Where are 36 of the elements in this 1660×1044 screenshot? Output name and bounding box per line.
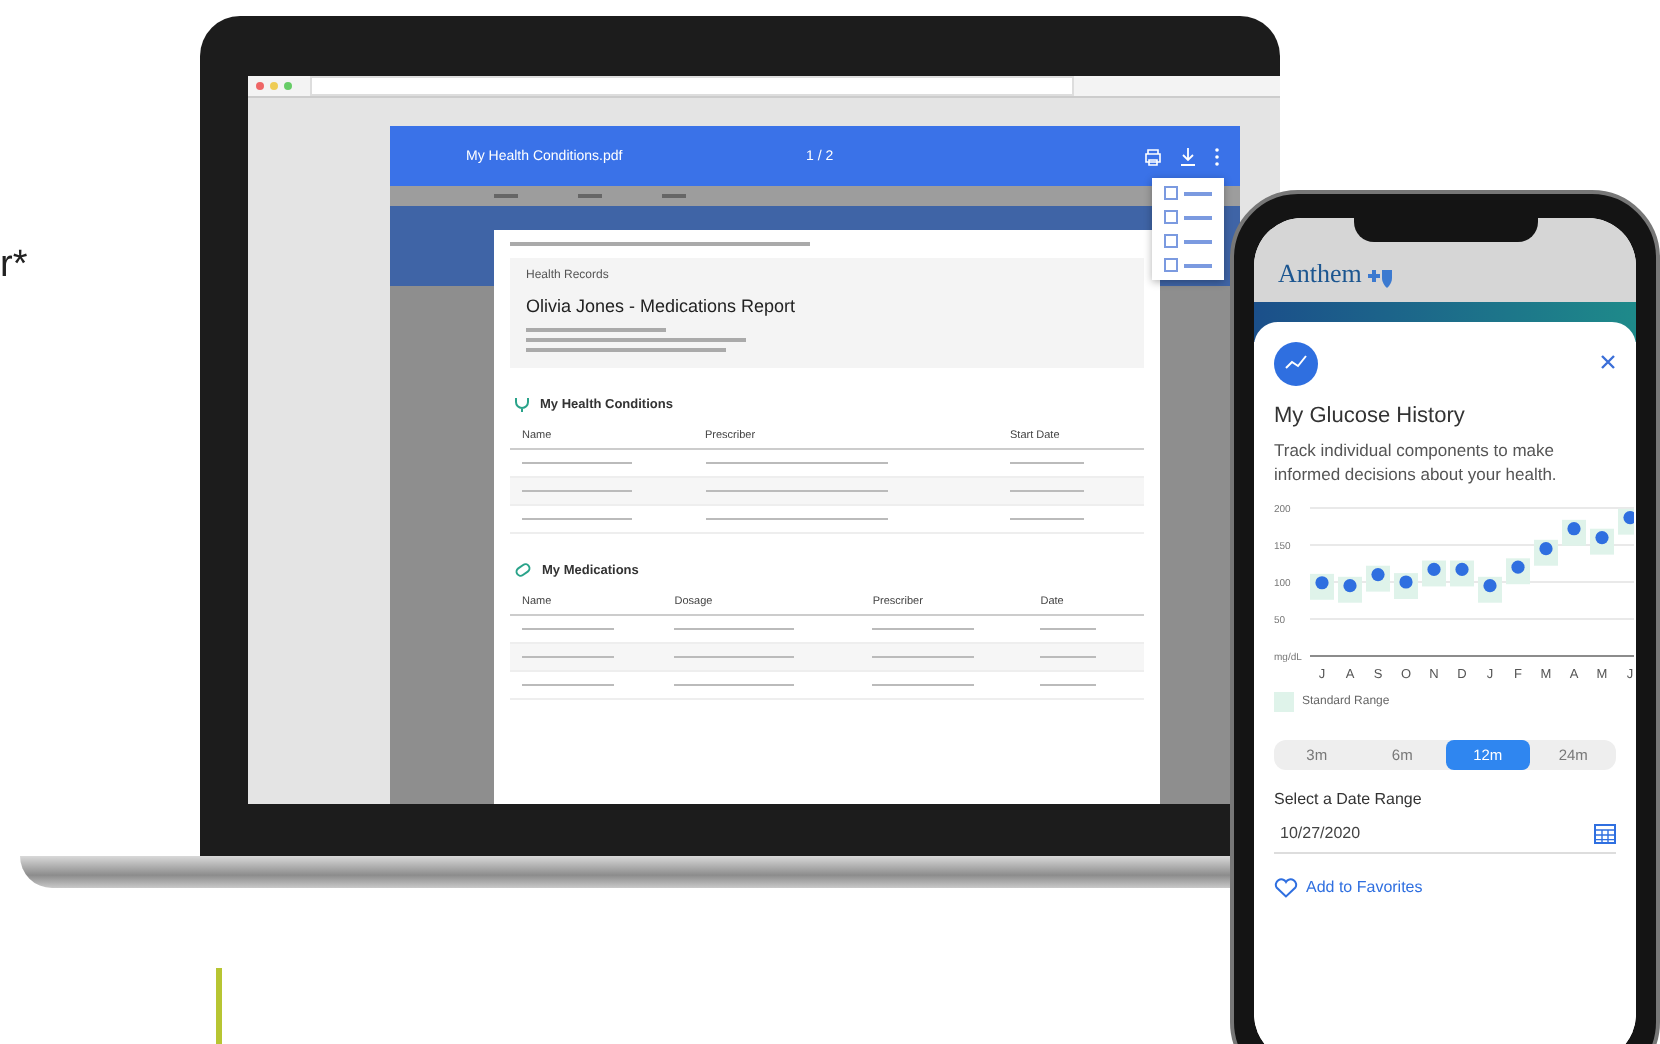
data-point <box>1623 510 1634 524</box>
calendar-icon[interactable] <box>1594 823 1616 844</box>
data-point <box>1539 541 1553 555</box>
data-point <box>1315 575 1329 589</box>
menu-item[interactable] <box>1164 234 1212 248</box>
menu-item[interactable] <box>1164 210 1212 224</box>
data-point <box>1511 560 1525 574</box>
data-point <box>1455 562 1469 576</box>
date-field[interactable]: 10/27/2020 <box>1274 811 1616 854</box>
data-point <box>1427 562 1441 576</box>
data-point <box>1399 574 1413 589</box>
data-point <box>1595 530 1609 544</box>
close-icon[interactable] <box>1600 354 1616 370</box>
chart-badge-icon <box>1274 342 1318 386</box>
data-point <box>1343 578 1357 592</box>
data-point <box>1567 521 1581 535</box>
brand-logo: Anthem <box>1278 258 1362 290</box>
date-range-label: Select a Date Range <box>1274 789 1424 808</box>
heart-icon <box>1274 877 1298 898</box>
legend-swatch <box>1274 691 1294 712</box>
pill-icon <box>514 562 532 578</box>
cropped-heading-text: r* <box>0 244 28 288</box>
download-icon[interactable] <box>1180 147 1196 165</box>
menu-item[interactable] <box>1164 258 1212 272</box>
accent-line <box>216 968 222 1044</box>
more-menu-icon[interactable] <box>1214 147 1220 165</box>
report-title: Olivia Jones - Medications Report <box>526 296 798 316</box>
data-point <box>1371 567 1385 581</box>
card-title: My Glucose History <box>1274 404 1467 428</box>
card-description: Track individual components to make informed decisions about your health. <box>1274 440 1559 488</box>
stethoscope-icon <box>514 396 530 412</box>
menu-item[interactable] <box>1164 186 1212 200</box>
add-favorites-link[interactable]: Add to Favorites <box>1274 877 1616 898</box>
data-point <box>1483 578 1497 592</box>
print-icon[interactable] <box>1144 147 1162 165</box>
cross-shield-icon <box>1365 268 1394 290</box>
